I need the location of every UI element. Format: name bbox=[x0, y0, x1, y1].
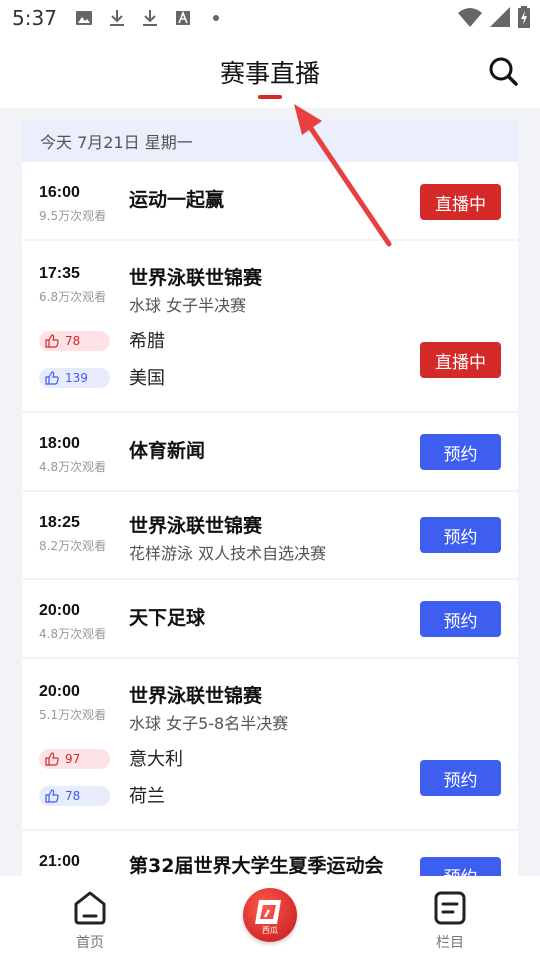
status-bar: 5:37 bbox=[0, 0, 540, 36]
team-name: 希腊 bbox=[129, 331, 165, 352]
book-button[interactable]: 预约 bbox=[420, 517, 501, 553]
thumbs-up-icon bbox=[45, 371, 59, 385]
like-count: 78 bbox=[65, 789, 81, 803]
center-logo-label: 西瓜 bbox=[262, 926, 278, 935]
download-icon bbox=[141, 9, 159, 27]
item-title: 运动一起赢 bbox=[129, 189, 225, 211]
item-time: 20:00 bbox=[39, 602, 80, 619]
item-title: 世界泳联世锦赛 bbox=[129, 685, 263, 707]
like-count: 78 bbox=[65, 334, 81, 348]
book-button[interactable]: 预约 bbox=[420, 434, 501, 470]
list-item[interactable]: 16:00 9.5万次观看 运动一起赢 直播中 bbox=[22, 162, 518, 241]
item-title: 天下足球 bbox=[129, 607, 206, 629]
nav-columns[interactable]: 栏目 bbox=[420, 890, 480, 952]
bottom-nav: 首页 西瓜 栏目 bbox=[0, 876, 540, 960]
book-button[interactable]: 预约 bbox=[420, 760, 501, 796]
list-item[interactable]: 17:35 6.8万次观看 世界泳联世锦赛 水球 女子半决赛 78 希腊 139… bbox=[22, 241, 518, 413]
item-time: 18:00 bbox=[39, 435, 80, 452]
item-time: 16:00 bbox=[39, 184, 80, 201]
columns-icon bbox=[434, 891, 466, 925]
like-button[interactable]: 78 bbox=[39, 786, 110, 806]
item-time: 21:00 bbox=[39, 853, 80, 870]
font-icon bbox=[174, 9, 192, 27]
item-subtitle: 水球 女子半决赛 bbox=[129, 296, 247, 315]
date-header: 今天 7月21日 星期一 bbox=[22, 120, 518, 162]
item-views: 9.5万次观看 bbox=[39, 209, 107, 223]
live-button[interactable]: 直播中 bbox=[420, 342, 501, 378]
list-item[interactable]: 20:00 5.1万次观看 世界泳联世锦赛 水球 女子5-8名半决赛 97 意大… bbox=[22, 659, 518, 831]
item-time: 18:25 bbox=[39, 514, 80, 531]
team-name: 美国 bbox=[129, 368, 165, 389]
thumbs-up-icon bbox=[45, 334, 59, 348]
item-views: 4.8万次观看 bbox=[39, 460, 107, 474]
item-views: 5.1万次观看 bbox=[39, 708, 107, 722]
item-views: 8.2万次观看 bbox=[39, 539, 107, 553]
team-name: 意大利 bbox=[129, 749, 183, 770]
image-icon bbox=[75, 9, 93, 27]
nav-home-label: 首页 bbox=[76, 935, 104, 951]
item-time: 20:00 bbox=[39, 683, 80, 700]
nav-home[interactable]: 首页 bbox=[60, 890, 120, 952]
team-name: 荷兰 bbox=[129, 786, 165, 807]
item-subtitle: 花样游泳 双人技术自选决赛 bbox=[129, 544, 327, 563]
book-button[interactable]: 预约 bbox=[420, 601, 501, 637]
home-icon bbox=[74, 891, 106, 925]
battery-icon bbox=[518, 6, 530, 32]
status-time: 5:37 bbox=[12, 6, 57, 30]
live-button[interactable]: 直播中 bbox=[420, 184, 501, 220]
like-button[interactable]: 78 bbox=[39, 331, 110, 351]
page-title: 赛事直播 bbox=[219, 59, 320, 88]
item-title: 世界泳联世锦赛 bbox=[129, 267, 263, 289]
header: 赛事直播 bbox=[0, 36, 540, 108]
download-icon bbox=[108, 9, 126, 27]
title-underline bbox=[258, 95, 282, 99]
item-title: 第32届世界大学生夏季运动会 bbox=[129, 855, 384, 876]
search-icon bbox=[489, 57, 518, 86]
schedule-list[interactable]: 今天 7月21日 星期一 16:00 9.5万次观看 运动一起赢 直播中 17:… bbox=[22, 120, 518, 876]
dot-icon bbox=[207, 9, 225, 27]
nav-columns-label: 栏目 bbox=[436, 935, 464, 951]
like-count: 139 bbox=[65, 371, 88, 385]
like-button[interactable]: 139 bbox=[39, 368, 110, 388]
thumbs-up-icon bbox=[45, 789, 59, 803]
item-views: 6.8万次观看 bbox=[39, 290, 107, 304]
item-subtitle: 水球 女子5-8名半决赛 bbox=[129, 714, 289, 733]
list-item[interactable]: 20:00 4.8万次观看 天下足球 预约 bbox=[22, 580, 518, 659]
center-logo-button[interactable]: 西瓜 bbox=[243, 888, 297, 942]
item-views: 4.8万次观看 bbox=[39, 627, 107, 641]
signal-icon bbox=[490, 7, 510, 31]
item-title: 体育新闻 bbox=[129, 440, 206, 462]
thumbs-up-icon bbox=[45, 752, 59, 766]
item-time: 17:35 bbox=[39, 265, 80, 282]
book-button[interactable]: 预约 bbox=[420, 857, 501, 876]
item-title: 世界泳联世锦赛 bbox=[129, 515, 263, 537]
search-button[interactable] bbox=[488, 56, 520, 88]
list-item[interactable]: 21:00 第32届世界大学生夏季运动会 预约 bbox=[22, 831, 518, 876]
list-item[interactable]: 18:25 8.2万次观看 世界泳联世锦赛 花样游泳 双人技术自选决赛 预约 bbox=[22, 492, 518, 580]
list-item[interactable]: 18:00 4.8万次观看 体育新闻 预约 bbox=[22, 413, 518, 492]
wifi-icon bbox=[458, 7, 482, 31]
like-button[interactable]: 97 bbox=[39, 749, 110, 769]
like-count: 97 bbox=[65, 752, 81, 766]
